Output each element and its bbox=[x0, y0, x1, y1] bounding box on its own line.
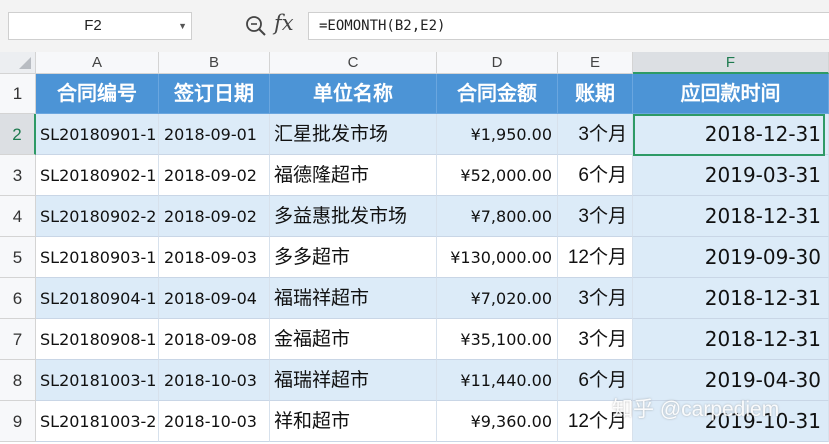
table-cell[interactable]: 2018-09-03 bbox=[159, 237, 270, 278]
formula-bar: F2 ▼ fx =EOMONTH(B2,E2) bbox=[0, 0, 829, 52]
formula-input[interactable]: =EOMONTH(B2,E2) bbox=[308, 12, 829, 40]
table-cell[interactable]: SL20181003-1 bbox=[36, 360, 159, 401]
table-cell[interactable]: SL20180908-1 bbox=[36, 319, 159, 360]
table-cell[interactable]: 福德隆超市 bbox=[270, 155, 437, 196]
table-cell[interactable]: 3个月 bbox=[558, 319, 633, 360]
row-header-1[interactable]: 1 bbox=[0, 74, 36, 114]
row-header-2[interactable]: 2 bbox=[0, 114, 36, 155]
row-header-9[interactable]: 9 bbox=[0, 401, 36, 442]
table-cell[interactable]: 2018-09-08 bbox=[159, 319, 270, 360]
table-cell[interactable]: 2018-09-02 bbox=[159, 155, 270, 196]
table-cell[interactable]: 2018-10-03 bbox=[159, 360, 270, 401]
table-cell[interactable]: ¥130,000.00 bbox=[437, 237, 558, 278]
column-header-b[interactable]: B bbox=[159, 52, 270, 74]
table-cell[interactable]: ¥1,950.00 bbox=[437, 114, 558, 155]
table-cell[interactable]: SL20181003-2 bbox=[36, 401, 159, 442]
name-box[interactable]: F2 ▼ bbox=[8, 12, 192, 40]
table-cell[interactable]: 福瑞祥超市 bbox=[270, 278, 437, 319]
table-cell[interactable]: 2018-12-31 bbox=[633, 319, 829, 360]
table-cell[interactable]: SL20180903-1 bbox=[36, 237, 159, 278]
column-header-e[interactable]: E bbox=[558, 52, 633, 74]
name-box-value: F2 bbox=[84, 17, 102, 34]
column-header-a[interactable]: A bbox=[36, 52, 159, 74]
row-header-4[interactable]: 4 bbox=[0, 196, 36, 237]
row-header-8[interactable]: 8 bbox=[0, 360, 36, 401]
watermark-text: 知乎 @carpediem bbox=[612, 398, 780, 421]
table-cell[interactable]: 2018-12-31 bbox=[633, 196, 829, 237]
table-cell[interactable]: 6个月 bbox=[558, 155, 633, 196]
select-all-corner[interactable] bbox=[0, 52, 36, 74]
table-cell[interactable]: ¥7,020.00 bbox=[437, 278, 558, 319]
table-cell[interactable]: 福瑞祥超市 bbox=[270, 360, 437, 401]
table-cell[interactable]: 3个月 bbox=[558, 278, 633, 319]
function-icon[interactable]: fx bbox=[274, 11, 294, 35]
table-cell[interactable]: 金福超市 bbox=[270, 319, 437, 360]
table-header-cell[interactable]: 合同编号 bbox=[36, 74, 159, 114]
chevron-down-icon[interactable]: ▼ bbox=[178, 13, 187, 39]
table-cell[interactable]: 3个月 bbox=[558, 114, 633, 155]
table-cell[interactable]: 2018-09-01 bbox=[159, 114, 270, 155]
table-cell[interactable]: ¥35,100.00 bbox=[437, 319, 558, 360]
table-cell[interactable]: 2018-10-03 bbox=[159, 401, 270, 442]
table-cell[interactable]: 多多超市 bbox=[270, 237, 437, 278]
table-cell[interactable]: SL20180904-1 bbox=[36, 278, 159, 319]
zoom-formula-icon[interactable] bbox=[244, 14, 268, 38]
column-header-f[interactable]: F bbox=[633, 52, 829, 74]
table-cell[interactable]: ¥52,000.00 bbox=[437, 155, 558, 196]
row-header-6[interactable]: 6 bbox=[0, 278, 36, 319]
table-cell[interactable]: ¥9,360.00 bbox=[437, 401, 558, 442]
column-header-d[interactable]: D bbox=[437, 52, 558, 74]
table-cell[interactable]: SL20180902-1 bbox=[36, 155, 159, 196]
table-cell[interactable]: 2018-12-31 bbox=[633, 278, 829, 319]
select-all-icon bbox=[19, 57, 31, 69]
table-cell[interactable]: 2018-09-04 bbox=[159, 278, 270, 319]
table-cell[interactable]: ¥11,440.00 bbox=[437, 360, 558, 401]
column-header-c[interactable]: C bbox=[270, 52, 437, 74]
table-header-cell[interactable]: 签订日期 bbox=[159, 74, 270, 114]
table-header-cell[interactable]: 单位名称 bbox=[270, 74, 437, 114]
table-cell[interactable]: 汇星批发市场 bbox=[270, 114, 437, 155]
table-cell[interactable]: SL20180902-2 bbox=[36, 196, 159, 237]
table-cell[interactable]: ¥7,800.00 bbox=[437, 196, 558, 237]
table-cell[interactable]: SL20180901-1 bbox=[36, 114, 159, 155]
row-header-7[interactable]: 7 bbox=[0, 319, 36, 360]
table-header-cell[interactable]: 账期 bbox=[558, 74, 633, 114]
table-cell[interactable]: 祥和超市 bbox=[270, 401, 437, 442]
table-cell[interactable]: 2018-09-02 bbox=[159, 196, 270, 237]
table-cell[interactable]: 3个月 bbox=[558, 196, 633, 237]
table-cell[interactable]: 2018-12-31 bbox=[633, 114, 829, 155]
table-cell[interactable]: 多益惠批发市场 bbox=[270, 196, 437, 237]
table-cell[interactable]: 2019-03-31 bbox=[633, 155, 829, 196]
table-header-cell[interactable]: 应回款时间 bbox=[633, 74, 829, 114]
table-cell[interactable]: 2019-09-30 bbox=[633, 237, 829, 278]
row-header-3[interactable]: 3 bbox=[0, 155, 36, 196]
row-header-5[interactable]: 5 bbox=[0, 237, 36, 278]
table-cell[interactable]: 12个月 bbox=[558, 237, 633, 278]
table-header-cell[interactable]: 合同金额 bbox=[437, 74, 558, 114]
formula-text: =EOMONTH(B2,E2) bbox=[319, 18, 446, 34]
